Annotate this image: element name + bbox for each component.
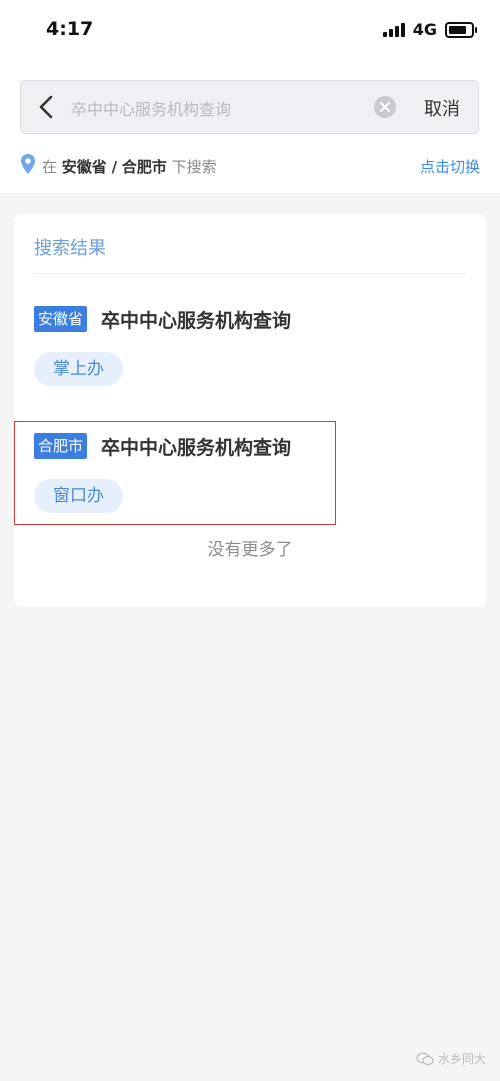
clear-icon[interactable] (374, 96, 396, 118)
header-area: 4:17 4G 卒中中心服务机构查询 取消 在 安徽省 / 合肥市 下搜索 点击… (0, 0, 500, 193)
location-province: 安徽省 (61, 158, 107, 176)
channel-tag[interactable]: 掌上办 (34, 352, 123, 386)
back-chevron-icon[interactable] (35, 94, 59, 120)
battery-icon (445, 21, 477, 38)
location-text: 在 安徽省 / 合肥市 下搜索 (42, 156, 217, 177)
region-tag: 安徽省 (34, 306, 88, 332)
location-pin-icon (21, 154, 35, 174)
status-time: 4:17 (46, 18, 94, 40)
search-input[interactable]: 卒中中心服务机构查询 (71, 96, 231, 120)
cancel-button[interactable]: 取消 (424, 95, 460, 121)
results-title: 搜索结果 (34, 238, 106, 259)
status-icons: 4G (382, 20, 477, 39)
location-suffix: 下搜索 (171, 158, 217, 176)
highlight-box (14, 421, 336, 525)
switch-location-link[interactable]: 点击切换 (420, 156, 480, 177)
location-prefix: 在 (42, 158, 58, 176)
watermark-text: 水乡同大 (437, 1052, 486, 1066)
service-name[interactable]: 卒中中心服务机构查询 (101, 306, 291, 333)
location-separator: / (111, 158, 118, 176)
result-item[interactable]: 安徽省 卒中中心服务机构查询 掌上办 (34, 306, 474, 406)
signal-icon (382, 22, 405, 37)
no-more-text: 没有更多了 (207, 540, 293, 560)
location-row: 在 安徽省 / 合肥市 下搜索 点击切换 (20, 153, 480, 177)
location-city: 合肥市 (121, 158, 167, 176)
network-type: 4G (412, 20, 437, 39)
wechat-icon (416, 1052, 434, 1065)
search-bar[interactable]: 卒中中心服务机构查询 取消 (20, 80, 479, 134)
divider (34, 273, 466, 274)
results-card: 搜索结果 安徽省 卒中中心服务机构查询 掌上办 合肥市 卒中中心服务机构查询 窗… (14, 214, 486, 607)
watermark: 水乡同大 (416, 1050, 486, 1067)
